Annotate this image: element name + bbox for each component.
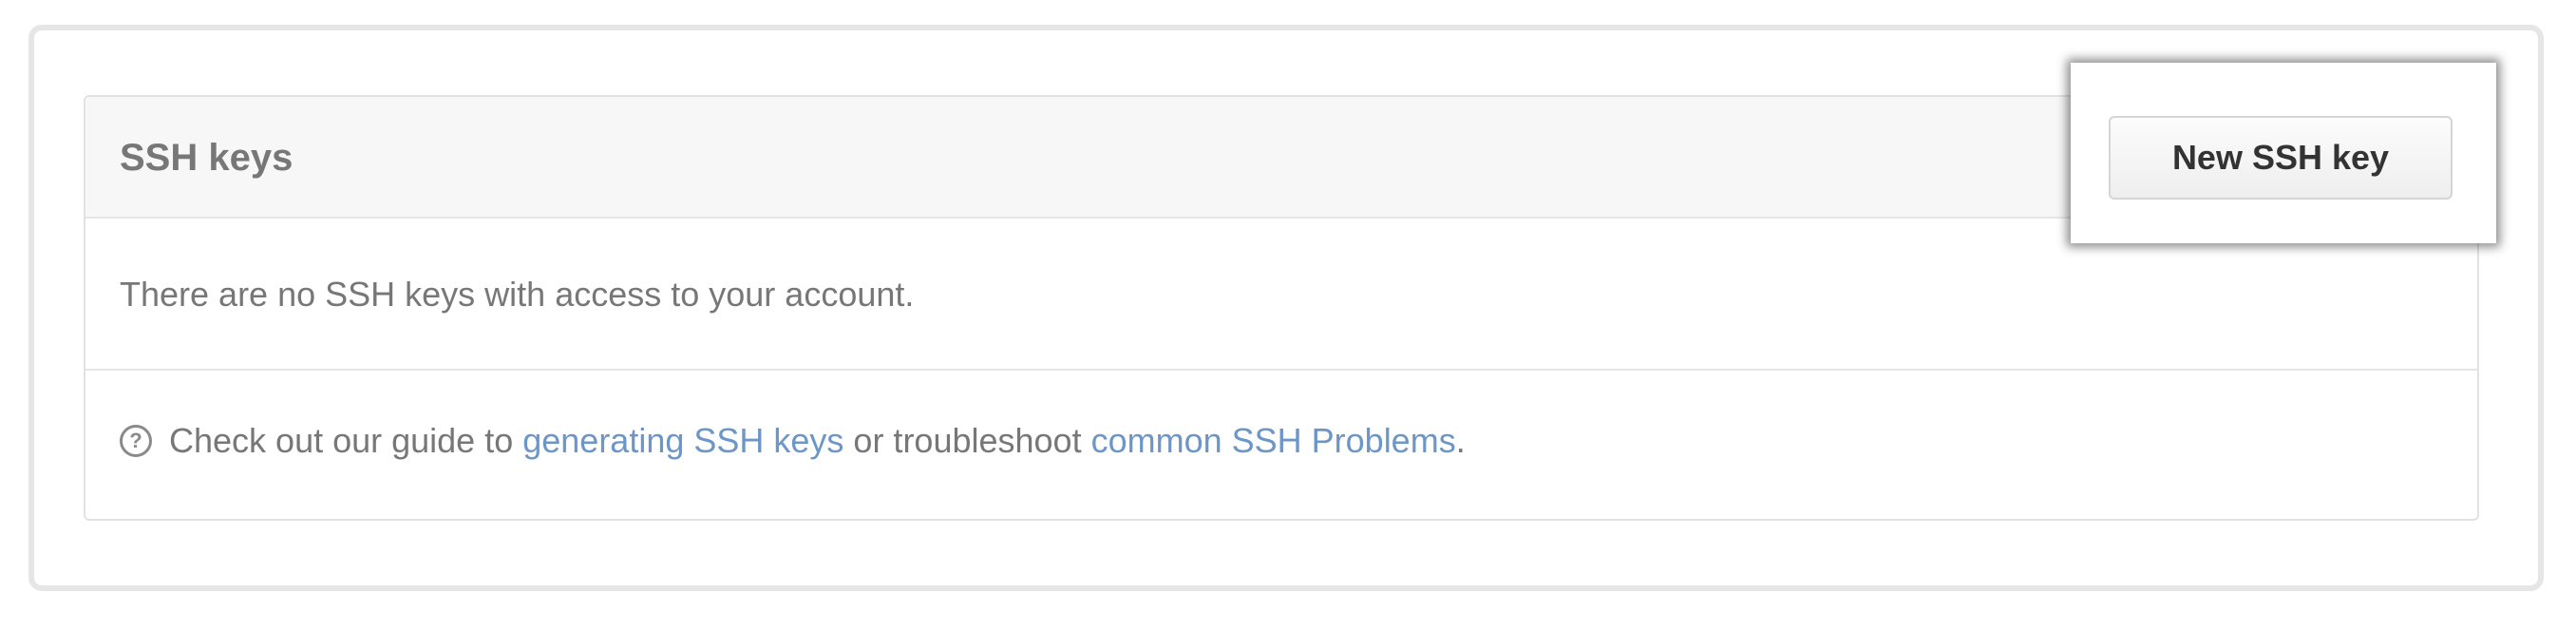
help-text: Check out our guide to generating SSH ke… xyxy=(169,420,1466,462)
common-ssh-problems-link[interactable]: common SSH Problems xyxy=(1091,421,1456,460)
generating-ssh-keys-link[interactable]: generating SSH keys xyxy=(522,421,843,460)
help-row: ? Check out our guide to generating SSH … xyxy=(85,371,2477,519)
help-suffix: . xyxy=(1455,421,1466,460)
empty-state-message: There are no SSH keys with access to you… xyxy=(120,275,915,314)
question-circle-icon: ? xyxy=(120,425,152,457)
help-prefix: Check out our guide to xyxy=(169,421,523,460)
panel-title: SSH keys xyxy=(120,137,294,179)
help-middle: or troubleshoot xyxy=(843,421,1091,460)
new-ssh-key-button[interactable]: New SSH key xyxy=(2109,116,2453,200)
